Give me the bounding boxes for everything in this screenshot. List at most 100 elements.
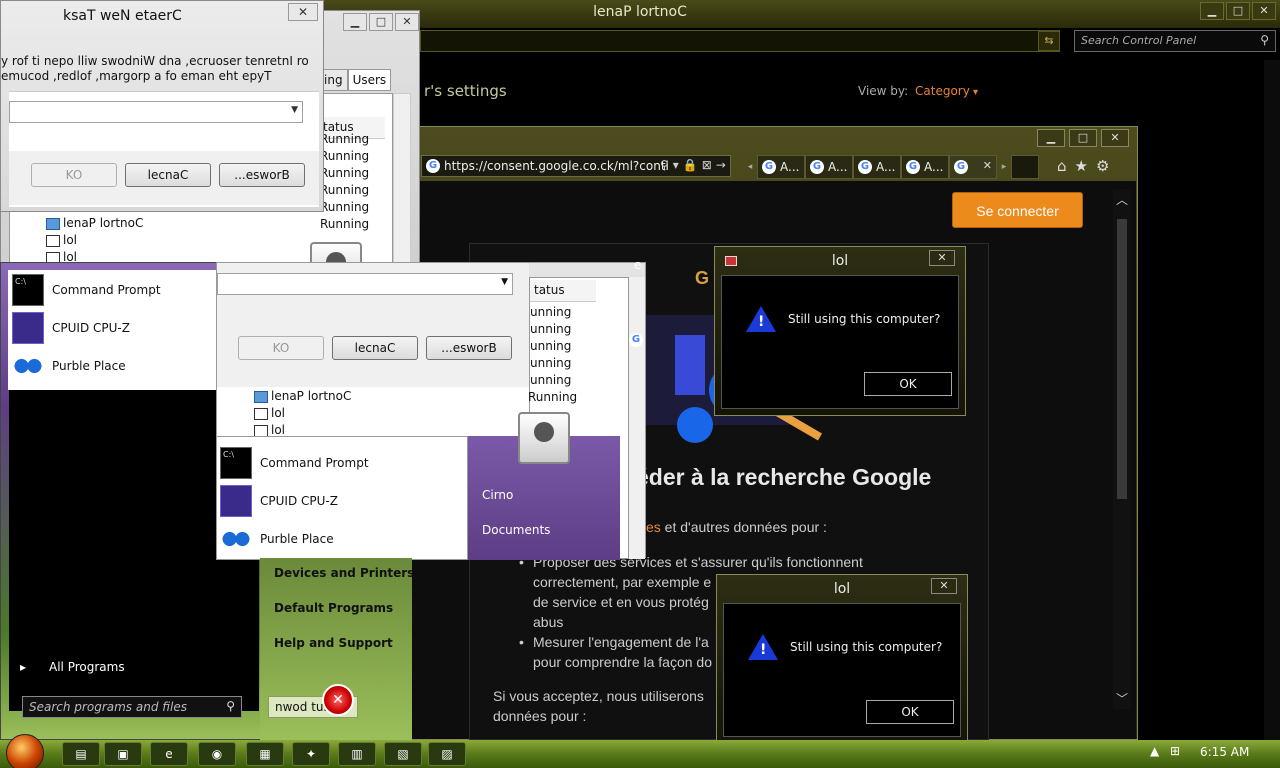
network-icon[interactable]: ⊞	[1170, 744, 1180, 758]
chevron-up-icon[interactable]: ︿	[1116, 191, 1128, 208]
task-row[interactable]: lol	[46, 233, 77, 247]
taskbar-clock[interactable]: 6:15 AM	[1200, 745, 1249, 759]
window-icon	[254, 424, 268, 437]
all-programs-button[interactable]: All Programs	[20, 660, 125, 674]
close-button[interactable]: ✕	[1252, 2, 1276, 20]
start-item-cpu-z[interactable]: CPUID CPU-Z	[220, 485, 338, 517]
search-icon[interactable]: ⚲	[1260, 33, 1269, 47]
start-button[interactable]	[6, 734, 44, 768]
close-tab-icon[interactable]: ✕	[983, 159, 992, 172]
consent-accept-text: Si vous acceptez, nous utiliserons donné…	[493, 688, 704, 724]
window-controls: ▁ □ ✕	[1200, 2, 1276, 20]
browser-window-controls: ▁ □ ✕	[1037, 129, 1129, 147]
maximize-button[interactable]: □	[369, 13, 393, 31]
scrollbar[interactable]	[393, 93, 411, 273]
star-icon[interactable]: ★	[1075, 157, 1096, 175]
close-button[interactable]: ✕	[395, 13, 419, 31]
scrollbar[interactable]	[1264, 60, 1280, 740]
chevron-down-icon[interactable]: ﹀	[1116, 690, 1128, 707]
close-button[interactable]: ✕	[288, 3, 318, 21]
start-link-documents[interactable]: Documents	[482, 523, 550, 537]
ok-button[interactable]: OK	[864, 372, 952, 396]
browse-button[interactable]: ...esworB	[219, 163, 305, 187]
start-link-default-programs[interactable]: Default Programs	[274, 601, 393, 615]
chevron-up-icon[interactable]: ▲	[1150, 744, 1159, 758]
start-item-purble-place[interactable]: Purble Place	[220, 523, 334, 555]
minimize-button[interactable]: ▁	[1200, 2, 1224, 20]
start-item-command-prompt[interactable]: C:\ Command Prompt	[220, 447, 369, 479]
status-cell: unning	[530, 373, 572, 387]
control-panel-search-input[interactable]: Search Control Panel ⚲	[1074, 30, 1276, 52]
new-tab-button[interactable]	[1011, 155, 1039, 179]
chevron-down-icon[interactable]: ▼	[291, 105, 298, 115]
taskbar-app-button[interactable]: ▥	[338, 742, 376, 766]
view-by-dropdown[interactable]: Category	[915, 84, 978, 98]
cancel-button[interactable]: lecnaC	[125, 163, 211, 187]
tab-1[interactable]: G A...	[757, 155, 805, 179]
url-text[interactable]: https://consent.google.co.ck/ml?conti	[444, 159, 669, 173]
url-bar-icons[interactable]: ⚲▾🔒⊠→	[660, 158, 730, 172]
minimize-button[interactable]: ▁	[1037, 129, 1065, 147]
tab-4[interactable]: G A...	[901, 155, 949, 179]
tab-5-active[interactable]: G ✕	[949, 155, 997, 179]
tab-scroll-left-icon[interactable]: ◂	[743, 155, 757, 179]
taskbar-game-button[interactable]: ✦	[292, 742, 330, 766]
taskbar-app-button[interactable]: ▧	[384, 742, 422, 766]
tab-users[interactable]: Users	[347, 69, 392, 91]
close-button[interactable]: ✕	[929, 250, 955, 266]
taskbar-app-button[interactable]: ◉	[198, 742, 236, 766]
gear-icon[interactable]: ⚙	[1096, 157, 1117, 175]
task-row[interactable]: lol	[254, 423, 285, 437]
tab-3[interactable]: G A...	[853, 155, 901, 179]
start-link-devices-and-printers[interactable]: Devices and Printers	[274, 566, 414, 580]
ok-button[interactable]: KO	[31, 163, 117, 187]
start-item-command-prompt[interactable]: C:\ Command Prompt	[12, 274, 161, 306]
scrollbar-thumb[interactable]	[1117, 219, 1127, 499]
url-bar[interactable]: G https://consent.google.co.ck/ml?conti …	[421, 155, 731, 177]
cookies-link[interactable]: es	[646, 519, 661, 535]
home-icon[interactable]: ⌂	[1057, 157, 1075, 175]
ghost-letter: e	[634, 258, 642, 272]
taskbar-app-button[interactable]: ▨	[428, 742, 466, 766]
ghost-combobox[interactable]: ▼	[217, 273, 513, 295]
maximize-button[interactable]: □	[1226, 2, 1250, 20]
browser-scrollbar[interactable]: ︿ ﹀	[1113, 189, 1131, 709]
task-row[interactable]: lol	[254, 406, 285, 420]
start-item-cpu-z[interactable]: CPUID CPU-Z	[12, 312, 130, 344]
tab-strip: ◂ G A... G A... G A... G A... G ✕ ▸	[743, 155, 1039, 179]
start-link-help-and-support[interactable]: Help and Support	[274, 636, 393, 650]
taskbar-ie-button[interactable]: e	[150, 742, 188, 766]
start-search-input[interactable]: Search programs and files ⚲	[22, 696, 242, 718]
tab-2[interactable]: G A...	[805, 155, 853, 179]
start-link-user[interactable]: Cirno	[482, 488, 513, 502]
tab-scroll-right-icon[interactable]: ▸	[997, 155, 1011, 179]
close-button[interactable]: ✕	[931, 578, 957, 594]
cancel-button[interactable]: lecnaC	[332, 336, 418, 360]
ok-button[interactable]: KO	[238, 336, 324, 360]
scrollbar[interactable]	[629, 277, 645, 559]
task-row[interactable]: lenaP lortnoC	[46, 216, 143, 230]
chevron-down-icon[interactable]: ▼	[501, 277, 508, 287]
taskbar-taskmgr-button[interactable]: ▦	[246, 742, 284, 766]
minimize-button[interactable]: ▁	[343, 13, 367, 31]
taskbar-explorer-button[interactable]: ▤	[62, 742, 100, 766]
task-row[interactable]: lenaP lortnoC	[254, 389, 351, 403]
lol-dialog: lol ✕ Still using this computer? OK	[716, 574, 968, 744]
taskbar-media-button[interactable]: ▣	[104, 742, 142, 766]
maximize-button[interactable]: □	[1069, 129, 1097, 147]
start-item-purble-place[interactable]: Purble Place	[12, 350, 126, 382]
address-bar[interactable]: ▼	[420, 30, 1060, 52]
sign-in-button[interactable]: Se connecter	[952, 192, 1083, 228]
close-button[interactable]: ✕	[1101, 129, 1129, 147]
user-picture[interactable]	[518, 412, 570, 464]
status-cell: Running	[320, 183, 370, 197]
window-icon	[254, 407, 268, 420]
create-new-task-dialog: ksaT weN etaerC ✕ y rof ti nepo lliw swo…	[0, 0, 324, 212]
ok-button[interactable]: OK	[866, 700, 954, 724]
refresh-button[interactable]: ⇆	[1038, 31, 1060, 51]
status-column-header[interactable]: tatus	[530, 280, 596, 302]
search-icon[interactable]: ⚲	[226, 699, 235, 713]
browse-button[interactable]: ...esworB	[426, 336, 512, 360]
control-panel-icon	[46, 217, 60, 230]
open-combobox[interactable]: ▼	[9, 101, 303, 123]
